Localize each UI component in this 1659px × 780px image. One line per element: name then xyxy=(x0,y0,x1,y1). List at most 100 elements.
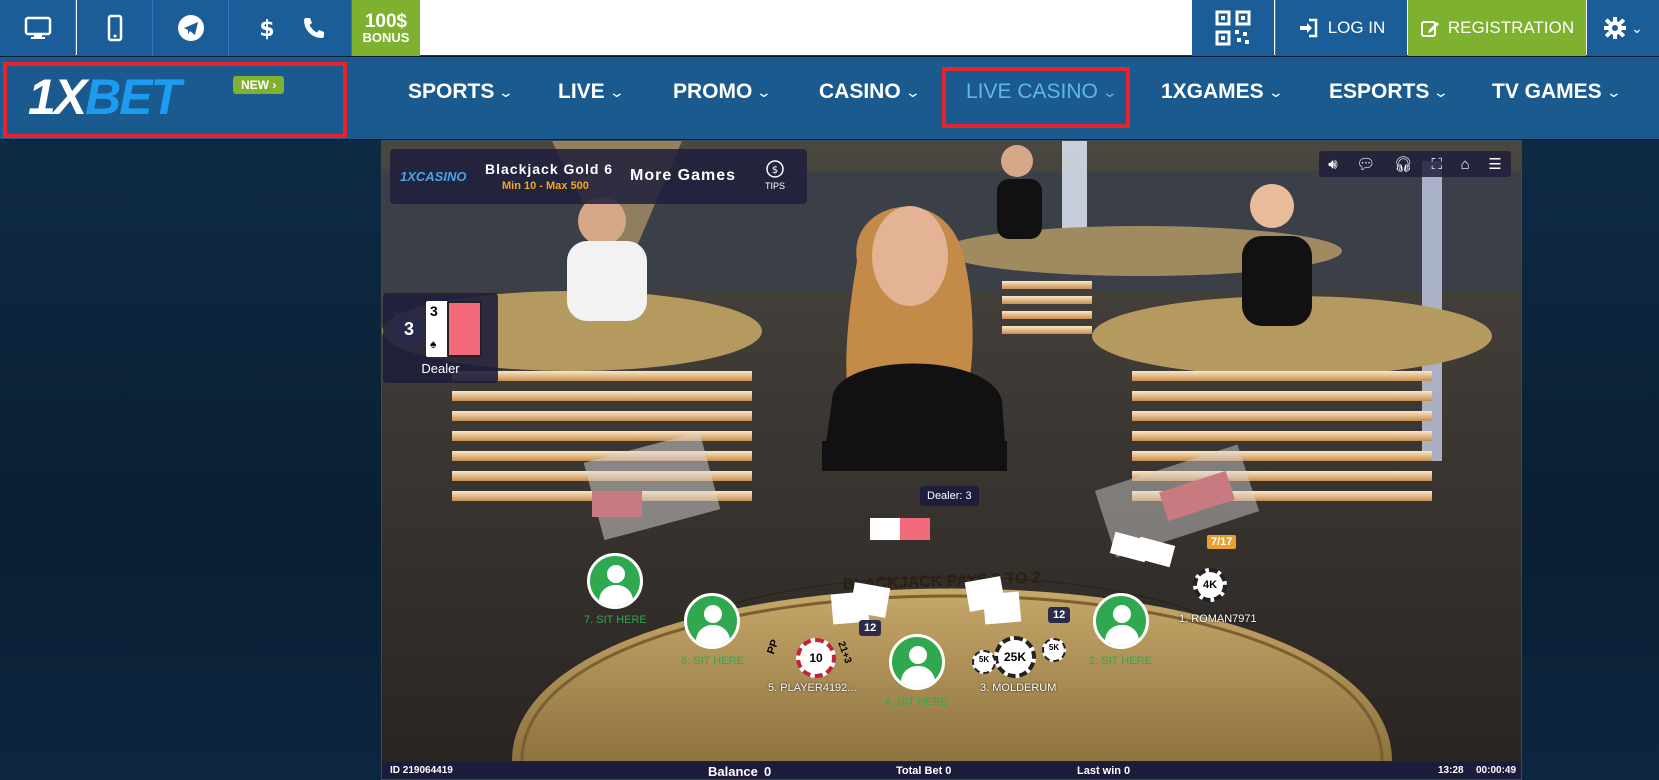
status-bar: ID 219064419 Balance 0 Total Bet 0 Last … xyxy=(382,762,1521,779)
registration-label: REGISTRATION xyxy=(1447,18,1575,37)
support-icon[interactable]: 🎧︎ xyxy=(1394,155,1413,173)
dealer-label: Dealer xyxy=(421,361,460,376)
seat-label: 2. SIT HERE xyxy=(1089,655,1152,667)
player-label: 3. MOLDERUM xyxy=(980,682,1057,694)
last-win: Last win 0 xyxy=(1077,765,1131,777)
dealer-score: 3 xyxy=(394,313,424,345)
edit-icon xyxy=(1420,21,1439,37)
nav-casino[interactable]: CASINO ⌄ xyxy=(819,80,921,104)
right-background xyxy=(1522,140,1659,780)
svg-text:$: $ xyxy=(772,165,778,176)
nav-live[interactable]: LIVE ⌄ xyxy=(558,80,625,104)
tips-button[interactable]: $ TIPS xyxy=(765,159,785,191)
table-limits: Min 10 - Max 500 xyxy=(502,180,589,192)
qr-code-icon[interactable] xyxy=(1192,0,1274,56)
nav-label: PROMO xyxy=(673,80,753,103)
dealer-panel: 3 3 ♠ Dealer xyxy=(383,293,498,383)
nav-label: CASINO xyxy=(819,80,901,103)
casino-logo: 1XCASINO xyxy=(400,169,467,184)
login-icon xyxy=(1299,18,1317,38)
nav-label: ESPORTS xyxy=(1329,80,1430,103)
nav-label: LIVE xyxy=(558,80,605,103)
bonus-button[interactable]: 100$ BONUS xyxy=(352,0,420,56)
balance-label: Balance xyxy=(708,764,758,779)
nav-label: TV GAMES xyxy=(1492,80,1602,103)
seat-label: 7. SIT HERE xyxy=(584,614,647,626)
mobile-icon[interactable] xyxy=(77,0,153,56)
clock-time: 13:28 xyxy=(1438,765,1464,776)
chevron-down-icon: ⌄ xyxy=(1267,83,1284,100)
game-header: 1XCASINO Blackjack Gold 6 Min 10 - Max 5… xyxy=(390,149,807,204)
chevron-down-icon: ⌄ xyxy=(1433,83,1450,100)
nav-sports[interactable]: SPORTS ⌄ xyxy=(408,80,515,104)
gear-icon xyxy=(1604,17,1627,39)
bet-chip: 5K xyxy=(972,650,996,674)
dealer-card: 3 ♠ xyxy=(426,301,448,357)
bonus-amount: 100$ xyxy=(364,11,408,32)
hand-score-badge: 7/17 xyxy=(1207,535,1237,549)
game-controls: 🔊︎ 💬︎ 🎧︎ ⛶ ⌂ ☰ xyxy=(1319,151,1511,177)
more-games-button[interactable]: More Games xyxy=(630,167,736,185)
seat-label: 4. SIT HERE xyxy=(885,696,948,708)
registration-button[interactable]: REGISTRATION xyxy=(1408,0,1586,56)
top-bar: $ 100$ BONUS LOG IN REGISTRATION ⌄ xyxy=(0,0,1659,56)
total-bet: Total Bet 0 xyxy=(896,765,952,777)
desktop-icon[interactable] xyxy=(0,0,76,56)
sound-icon[interactable]: 🔊︎ xyxy=(1328,156,1337,173)
dealer-tag: Dealer: 3 xyxy=(920,486,979,506)
bet-chip: 10 xyxy=(796,638,836,678)
player-label: 5. PLAYER4192... xyxy=(768,682,857,694)
chat-icon[interactable]: 💬︎ xyxy=(1356,155,1375,173)
bet-chip: 5K xyxy=(1042,638,1066,662)
chevron-down-icon: ⌄ xyxy=(755,83,773,100)
table-name[interactable]: Blackjack Gold 6 xyxy=(485,161,613,177)
logo[interactable]: 1XBET xyxy=(28,69,181,125)
fullscreen-icon[interactable]: ⛶ xyxy=(1432,156,1443,173)
new-badge[interactable]: NEW › xyxy=(233,76,285,94)
chevron-down-icon: ⌄ xyxy=(498,83,515,100)
chevron-down-icon: ⌄ xyxy=(1631,19,1643,36)
left-background xyxy=(0,140,381,780)
menu-icon[interactable]: ☰ xyxy=(1488,155,1501,173)
seat-6-button[interactable] xyxy=(684,593,740,649)
nav-label: SPORTS xyxy=(408,80,495,103)
home-icon[interactable]: ⌂ xyxy=(1461,156,1470,173)
seat-2-button[interactable] xyxy=(1093,593,1149,649)
chevron-down-icon: ⌄ xyxy=(1605,83,1622,100)
nav-label: 1XGAMES xyxy=(1161,80,1264,103)
dealer-hidden-card xyxy=(447,301,482,357)
dealer-card-rank: 3 xyxy=(430,303,438,319)
session-elapsed: 00:00:49 xyxy=(1476,765,1517,776)
seat-label: 6. SIT HERE xyxy=(681,655,744,667)
bonus-label: BONUS xyxy=(362,30,410,45)
chevron-down-icon: ⌄ xyxy=(608,83,625,100)
spade-icon: ♠ xyxy=(430,337,437,351)
seat-4-button[interactable] xyxy=(889,634,945,690)
logo-bet: BET xyxy=(85,69,181,125)
tips-coin-icon: $ xyxy=(766,160,784,178)
nav-esports[interactable]: ESPORTS ⌄ xyxy=(1329,80,1450,104)
logo-1x: 1X xyxy=(28,69,87,125)
chevron-down-icon: ⌄ xyxy=(904,83,921,100)
hand-score-badge: 12 xyxy=(1048,607,1071,623)
hand-score-badge: 12 xyxy=(859,620,882,636)
nav-tv-games[interactable]: TV GAMES ⌄ xyxy=(1492,80,1622,104)
live-game-window[interactable]: BLACKJACK PAYS 3 TO 2 1XCASINO Blackjack… xyxy=(381,140,1522,780)
live-casino-highlight xyxy=(942,67,1130,128)
settings-button[interactable]: ⌄ xyxy=(1587,0,1659,56)
nav-1xgames[interactable]: 1XGAMES ⌄ xyxy=(1161,80,1284,104)
bet-chip: 25K xyxy=(994,636,1036,678)
svg-text:$: $ xyxy=(259,17,274,42)
live-video-feed: BLACKJACK PAYS 3 TO 2 xyxy=(382,141,1521,761)
telegram-icon[interactable] xyxy=(153,0,229,56)
phone-icon[interactable] xyxy=(276,0,352,56)
bet-chip: 4K xyxy=(1193,568,1227,602)
round-id: ID 219064419 xyxy=(390,765,453,776)
balance-value: 0 xyxy=(764,764,772,779)
login-label: LOG IN xyxy=(1327,18,1386,37)
player-label: 1. ROMAN7971 xyxy=(1179,613,1257,625)
nav-promo[interactable]: PROMO ⌄ xyxy=(673,80,773,104)
tips-label: TIPS xyxy=(765,181,786,191)
login-button[interactable]: LOG IN xyxy=(1275,0,1407,56)
seat-7-button[interactable] xyxy=(587,553,643,609)
